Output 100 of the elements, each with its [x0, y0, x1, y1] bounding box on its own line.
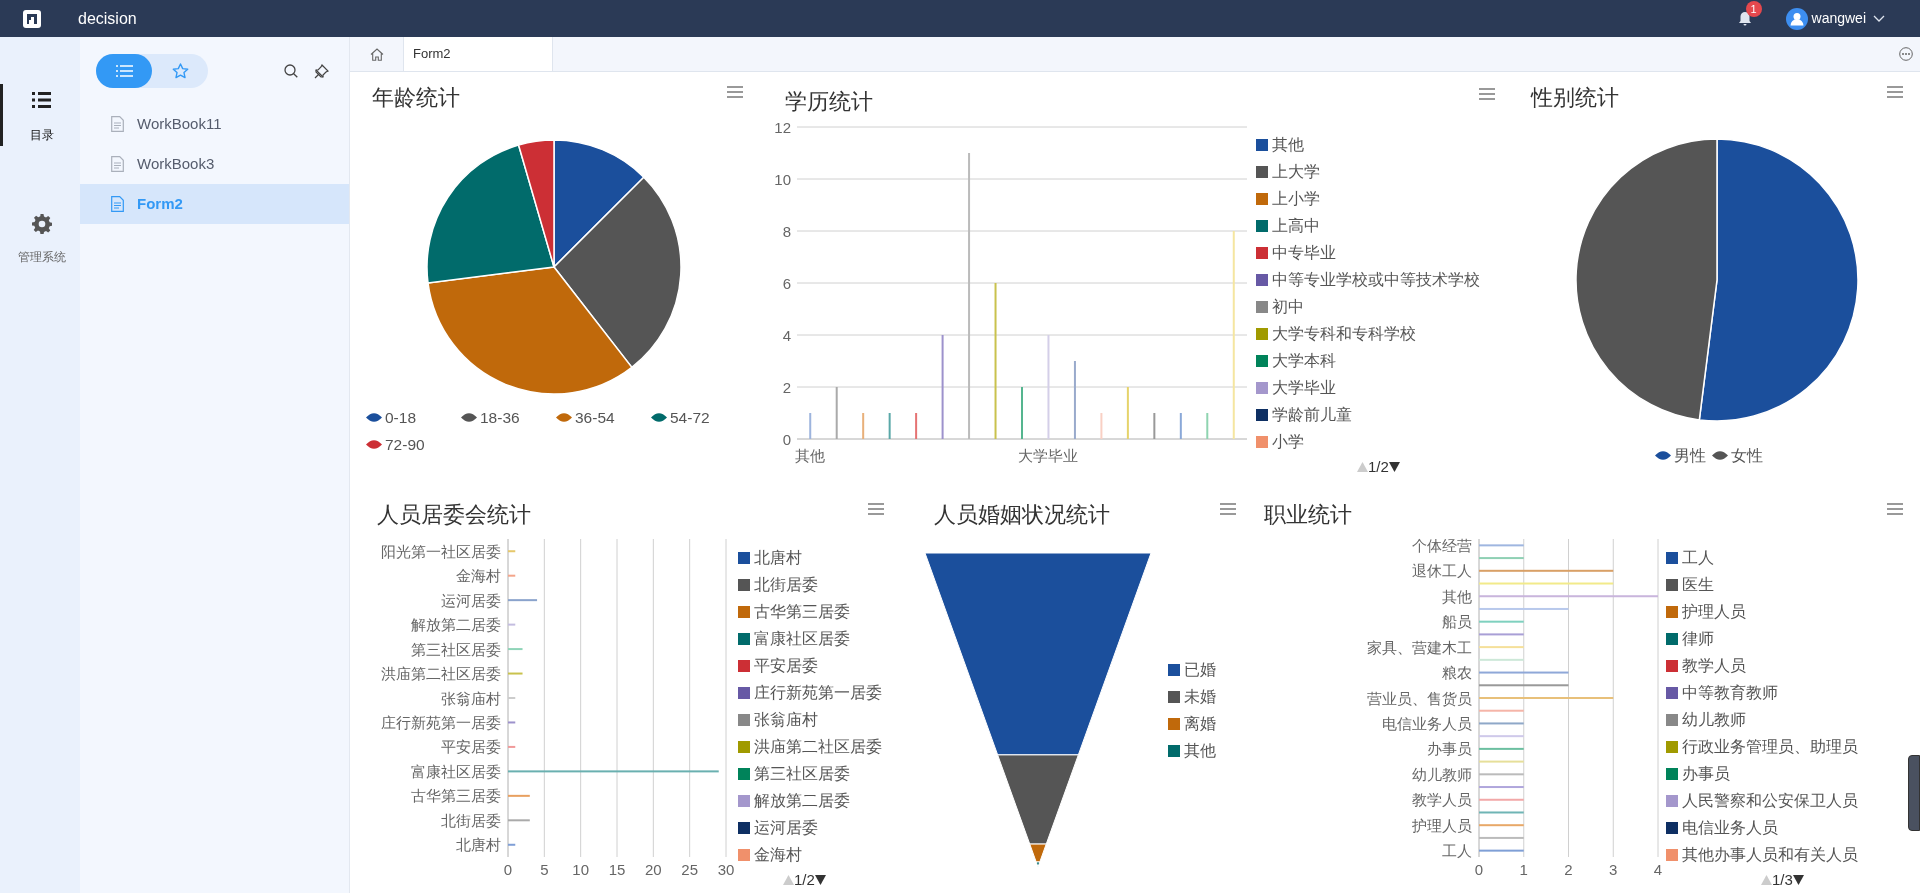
- legend-label[interactable]: 其他办事人员和有关人员: [1682, 842, 1858, 867]
- axis-category-label: 教学人员: [1412, 791, 1472, 809]
- next-page-icon[interactable]: [1388, 462, 1400, 473]
- page-indicator: 1/2: [1368, 457, 1389, 477]
- legend-label[interactable]: 大学专科和专科学校: [1272, 321, 1416, 346]
- previous-page-icon[interactable]: [783, 875, 794, 886]
- chart-title: 人员婚姻状况统计: [934, 501, 1110, 529]
- axis-category-label: 其他: [795, 446, 826, 464]
- axis-tick-label: 8: [782, 222, 791, 240]
- legend-label[interactable]: 初中: [1272, 294, 1304, 319]
- legend-label[interactable]: 第三社区居委: [754, 761, 850, 786]
- legend-label[interactable]: 行政业务管理员、助理员: [1682, 734, 1858, 759]
- legend-label[interactable]: 运河居委: [754, 815, 818, 840]
- legend-label[interactable]: 小学: [1272, 429, 1304, 454]
- legend-label[interactable]: 其他: [1184, 738, 1216, 763]
- menu-icon[interactable]: [868, 503, 884, 515]
- bell-icon[interactable]: [1737, 11, 1752, 26]
- legend-label[interactable]: 0-18: [385, 405, 417, 430]
- directory-item[interactable]: WorkBook3: [80, 144, 349, 184]
- view-mode-tab[interactable]: [96, 54, 152, 88]
- nav-item[interactable]: 管理系统: [0, 206, 80, 268]
- previous-page-icon[interactable]: [1761, 875, 1772, 886]
- legend-label[interactable]: 护理人员: [1682, 599, 1746, 624]
- legend-label[interactable]: 上大学: [1272, 159, 1320, 184]
- legend-label[interactable]: 未婚: [1184, 684, 1216, 709]
- chevron-down-icon[interactable]: [1873, 15, 1885, 22]
- legend-label[interactable]: 平安居委: [754, 653, 818, 678]
- legend-label[interactable]: 医生: [1682, 572, 1714, 597]
- legend-label[interactable]: 金海村: [754, 842, 802, 867]
- menu-icon[interactable]: [727, 86, 743, 98]
- next-page-icon[interactable]: [814, 875, 826, 886]
- previous-page-icon[interactable]: [1357, 462, 1368, 473]
- directory-item[interactable]: WorkBook11: [80, 104, 349, 144]
- side-widget[interactable]: [1908, 755, 1920, 831]
- menu-icon[interactable]: [1220, 503, 1236, 515]
- legend-label[interactable]: 张翁庙村: [754, 707, 818, 732]
- legend-label[interactable]: 大学毕业: [1272, 375, 1336, 400]
- axis-category-label: 富康社区居委: [411, 762, 501, 780]
- legend-label[interactable]: 18-36: [480, 405, 520, 430]
- legend-label[interactable]: 54-72: [670, 405, 710, 430]
- legend-label[interactable]: 庄行新苑第一居委: [754, 680, 882, 705]
- next-page-icon[interactable]: [1792, 875, 1804, 886]
- legend-label[interactable]: 北街居委: [754, 572, 818, 597]
- legend-label[interactable]: 富康社区居委: [754, 626, 850, 651]
- axis-category-label: 洪庙第二社区居委: [381, 665, 501, 683]
- legend-label[interactable]: 幼儿教师: [1682, 707, 1746, 732]
- legend-label[interactable]: 上高中: [1272, 213, 1320, 238]
- legend-label[interactable]: 古华第三居委: [754, 599, 850, 624]
- chart-title: 人员居委会统计: [377, 501, 531, 529]
- legend-label[interactable]: 中等教育教师: [1682, 680, 1778, 705]
- legend-label[interactable]: 电信业务人员: [1682, 815, 1778, 840]
- axis-category-label: 幼儿教师: [1412, 765, 1472, 783]
- axis-category-label: 古华第三居委: [411, 787, 501, 805]
- legend-label[interactable]: 离婚: [1184, 711, 1216, 736]
- axis-category-label: 营业员、售货员: [1367, 689, 1472, 707]
- legend-label[interactable]: 中专毕业: [1272, 240, 1336, 265]
- menu-icon[interactable]: [1887, 86, 1903, 98]
- axis-tick-label: 15: [608, 860, 626, 875]
- legend-label[interactable]: 72-90: [385, 432, 425, 457]
- user-name[interactable]: wangwei: [1811, 8, 1866, 29]
- legend-label[interactable]: 办事员: [1682, 761, 1730, 786]
- legend-label[interactable]: 女性: [1731, 443, 1763, 468]
- legend-label[interactable]: 教学人员: [1682, 653, 1746, 678]
- legend-label[interactable]: 36-54: [575, 405, 615, 430]
- legend-label[interactable]: 男性: [1674, 443, 1706, 468]
- avatar-icon[interactable]: [1785, 7, 1808, 30]
- menu-icon[interactable]: [1479, 88, 1495, 100]
- tab[interactable]: Form2: [403, 37, 553, 71]
- file-icon: [111, 196, 124, 212]
- pin-icon[interactable]: [314, 63, 329, 79]
- legend-label[interactable]: 大学本科: [1272, 348, 1336, 373]
- more-icon[interactable]: [1899, 47, 1913, 61]
- legend-label[interactable]: 北唐村: [754, 545, 802, 570]
- legend-label[interactable]: 洪庙第二社区居委: [754, 734, 882, 759]
- legend-label[interactable]: 工人: [1682, 545, 1714, 570]
- legend-label[interactable]: 解放第二居委: [754, 788, 850, 813]
- axis-category-label: 平安居委: [441, 738, 501, 756]
- star-icon: [171, 63, 189, 79]
- gear-icon: [31, 214, 52, 234]
- search-icon[interactable]: [284, 64, 298, 78]
- axis-category-label: 工人: [1442, 842, 1472, 860]
- axis-tick-label: 0: [1474, 860, 1484, 875]
- legend-label[interactable]: 已婚: [1184, 657, 1216, 682]
- axis-category-label: 北唐村: [456, 836, 501, 854]
- file-icon: [111, 116, 124, 132]
- axis-tick-label: 4: [1653, 860, 1663, 875]
- legend-label[interactable]: 中等专业学校或中等技术学校: [1272, 267, 1480, 292]
- legend-label[interactable]: 学龄前儿童: [1272, 402, 1352, 427]
- axis-category-label: 第三社区居委: [411, 640, 501, 658]
- legend-label[interactable]: 其他: [1272, 132, 1304, 157]
- legend-label[interactable]: 律师: [1682, 626, 1714, 651]
- axis-category-label: 解放第二居委: [411, 616, 501, 634]
- axis-category-label: 个体经营: [1412, 536, 1472, 554]
- axis-tick-label: 3: [1609, 860, 1618, 875]
- app-name: decision: [78, 8, 137, 29]
- axis-category-label: 粮农: [1442, 664, 1472, 682]
- legend-label[interactable]: 上小学: [1272, 186, 1320, 211]
- legend-label[interactable]: 人民警察和公安保卫人员: [1682, 788, 1858, 813]
- menu-icon[interactable]: [1887, 503, 1903, 515]
- file-icon: [111, 156, 124, 172]
